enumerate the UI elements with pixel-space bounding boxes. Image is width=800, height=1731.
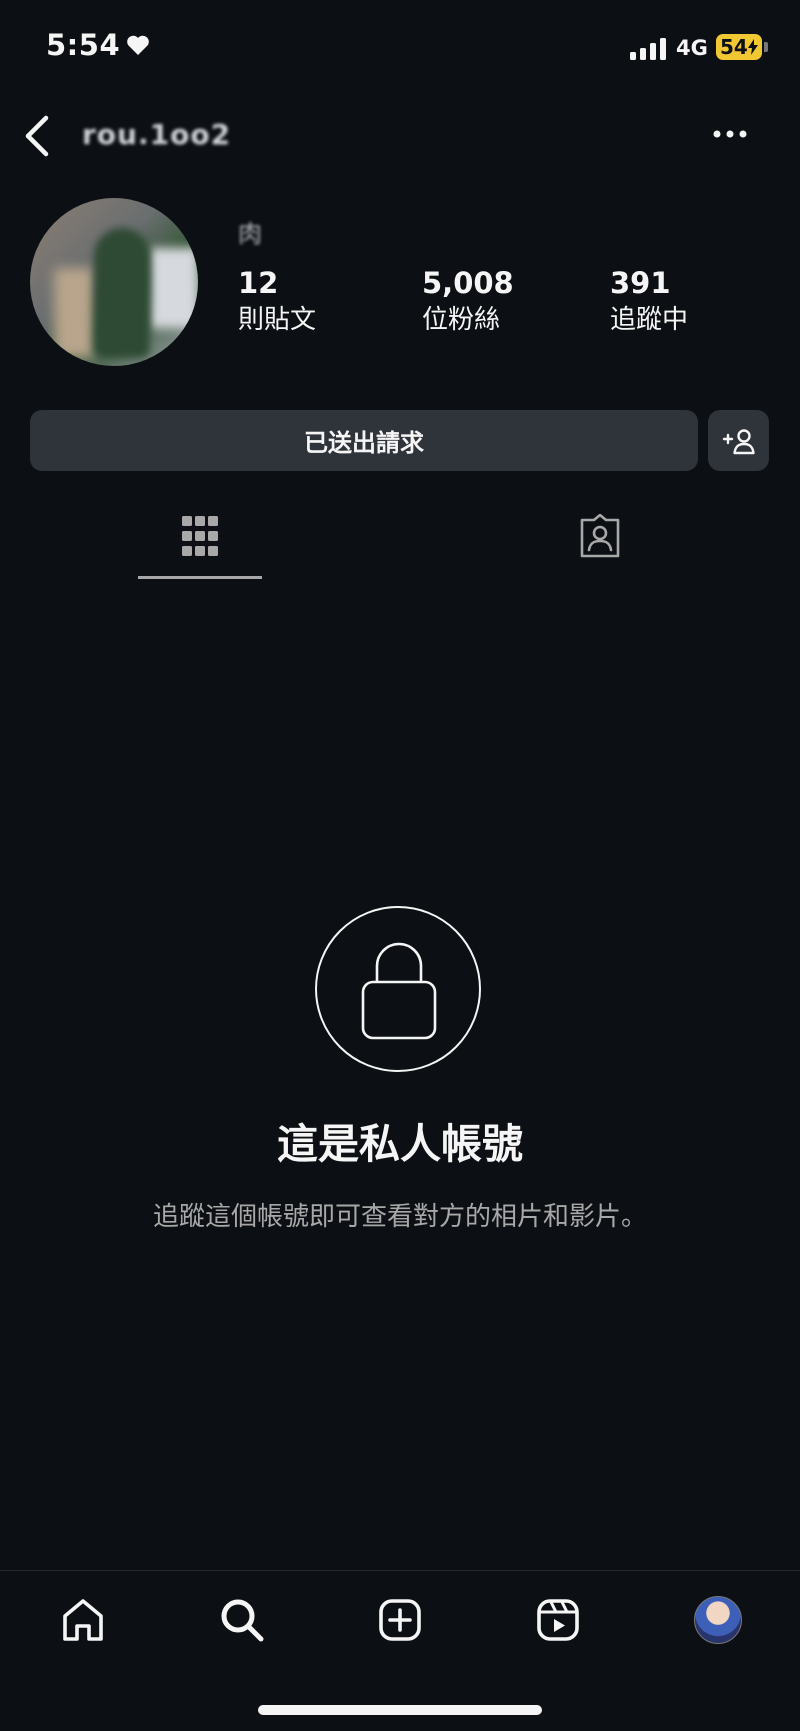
- battery-level: 54: [720, 35, 748, 59]
- private-account-title: 這是私人帳號: [277, 1120, 523, 1168]
- suggest-people-button[interactable]: [708, 410, 769, 471]
- active-tab-indicator: [138, 576, 262, 579]
- profile-avatar-icon: [694, 1596, 742, 1644]
- stat-followers-label: 位粉絲: [422, 305, 501, 335]
- network-type: 4G: [676, 36, 708, 60]
- lock-icon: [361, 942, 437, 1040]
- add-person-icon: [722, 428, 755, 454]
- reels-icon: [537, 1599, 579, 1641]
- private-lock-badge: [315, 906, 481, 1072]
- grid-icon: [182, 516, 218, 556]
- display-name: 肉: [238, 220, 262, 248]
- search-icon: [221, 1599, 264, 1642]
- heart-icon: [126, 34, 150, 60]
- nav-reels[interactable]: [530, 1592, 586, 1648]
- stat-following-label: 追蹤中: [610, 305, 689, 335]
- stat-followers[interactable]: 5,008 位粉絲: [422, 266, 514, 338]
- stat-following[interactable]: 391 追蹤中: [610, 266, 688, 338]
- stat-posts-label: 則貼文: [238, 305, 317, 335]
- nav-create[interactable]: [372, 1592, 428, 1648]
- nav-profile[interactable]: [690, 1592, 746, 1648]
- profile-username: rou.1oo2: [82, 118, 232, 151]
- signal-icon: [630, 38, 668, 64]
- stat-following-count: 391: [610, 266, 671, 300]
- private-account-description: 追蹤這個帳號即可查看對方的相片和影片。: [152, 1202, 647, 1232]
- bottom-nav-divider: [0, 1570, 800, 1571]
- tab-tagged[interactable]: [578, 513, 622, 562]
- stat-posts[interactable]: 12 則貼文: [238, 266, 316, 338]
- nav-search[interactable]: [214, 1592, 270, 1648]
- stat-followers-count: 5,008: [422, 266, 514, 300]
- nav-home[interactable]: [55, 1592, 111, 1648]
- home-icon: [63, 1599, 103, 1641]
- tagged-icon: [580, 513, 620, 558]
- create-icon: [379, 1599, 421, 1641]
- home-indicator[interactable]: [258, 1705, 542, 1715]
- back-button[interactable]: [20, 114, 56, 162]
- requested-button-label: 已送出請求: [304, 429, 424, 457]
- tab-grid[interactable]: [180, 514, 220, 562]
- battery-tip: [764, 42, 768, 52]
- more-options-icon[interactable]: [712, 124, 748, 143]
- requested-button[interactable]: 已送出請求: [30, 410, 698, 471]
- battery-indicator: 54: [716, 34, 762, 60]
- profile-avatar[interactable]: [30, 198, 198, 366]
- status-time: 5:54: [46, 28, 121, 62]
- charging-icon: [747, 39, 758, 55]
- stat-posts-count: 12: [238, 266, 279, 300]
